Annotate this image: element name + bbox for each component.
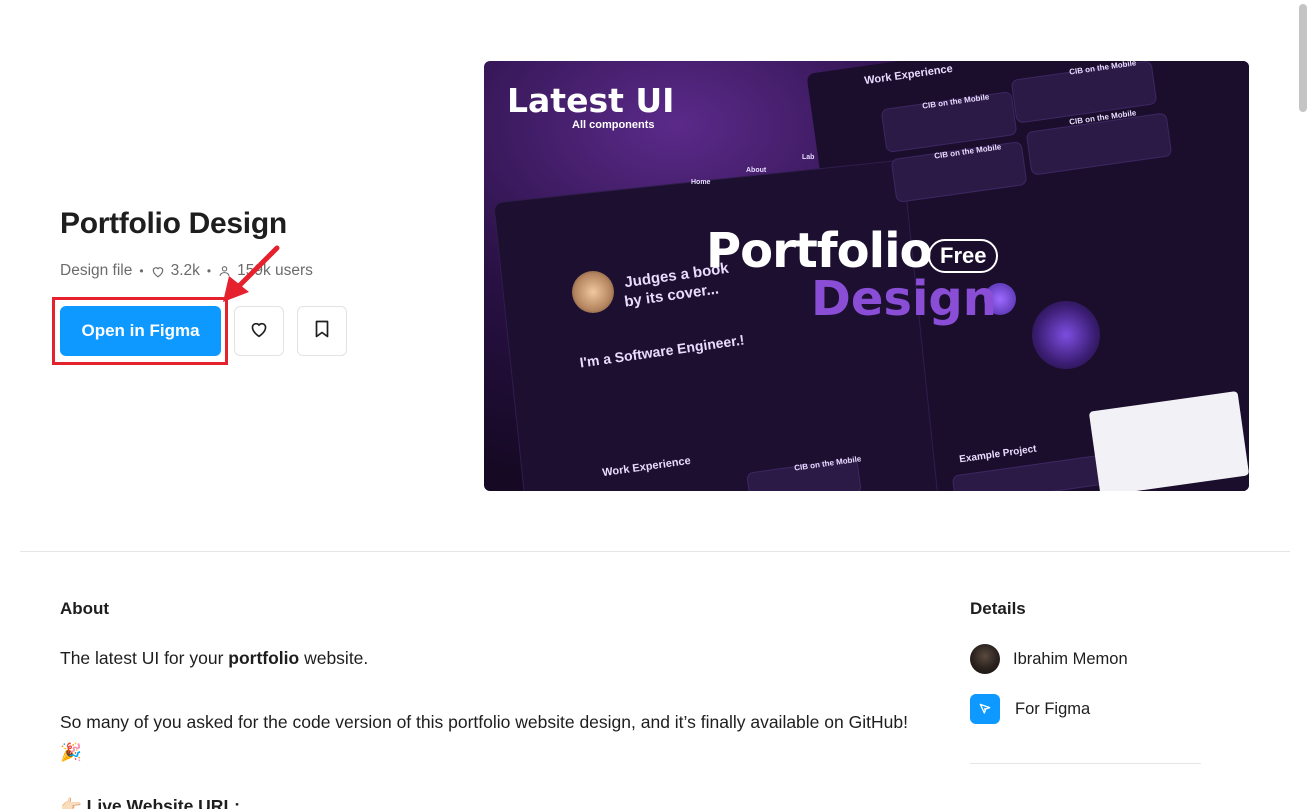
platform-row: For Figma (970, 694, 1090, 724)
page: Portfolio Design Design file • 3.2k • 15… (0, 0, 1310, 809)
details-heading: Details (970, 599, 1026, 618)
file-preview-image[interactable]: Work Experience CIB on the Mobile CIB on… (484, 61, 1249, 491)
scrollbar-thumb[interactable] (1299, 4, 1307, 112)
section-divider (20, 551, 1290, 552)
memoji-avatar (572, 271, 614, 313)
about-bold-text: portfolio (228, 648, 300, 668)
about-paragraph-3: 👉🏻 Live Website URL: (60, 796, 240, 809)
author-row[interactable]: Ibrahim Memon (970, 644, 1128, 674)
page-title: Portfolio Design (60, 207, 287, 240)
file-type: Design file (60, 262, 133, 279)
author-name: Ibrahim Memon (1013, 649, 1128, 668)
bookmark-button[interactable] (297, 306, 347, 356)
figma-icon (970, 694, 1000, 724)
bookmark-icon (315, 320, 329, 343)
preview-subheadline: All components (572, 119, 655, 131)
preview-nav-about: About (746, 167, 767, 174)
details-divider (970, 763, 1201, 764)
preview-free-badge: Free (928, 239, 999, 273)
heart-icon (249, 320, 269, 343)
preview-headline: Latest UI (507, 81, 675, 120)
separator-dot: • (139, 264, 144, 278)
like-count: 3.2k (170, 262, 200, 279)
about-paragraph-2: So many of you asked for the code versio… (60, 712, 908, 762)
highlight-annotation (52, 297, 228, 365)
about-heading: About (60, 599, 110, 618)
preview-nav-lab: Lab (802, 154, 815, 161)
annotation-arrow-icon (223, 245, 280, 302)
heart-outline-icon (151, 265, 165, 278)
preview-design-text: Design (811, 271, 997, 327)
about-text: website. (299, 648, 369, 668)
about-text: The latest UI for your (60, 648, 229, 668)
about-paragraph-1: The latest UI for your portfolio website… (60, 648, 368, 669)
separator-dot: • (206, 264, 212, 278)
like-button[interactable] (234, 306, 284, 356)
avatar (970, 644, 1000, 674)
logo-glow (1032, 301, 1100, 369)
platform-label: For Figma (1015, 699, 1091, 718)
preview-nav-home: Home (691, 179, 711, 186)
scrollbar-track[interactable] (1296, 0, 1310, 809)
